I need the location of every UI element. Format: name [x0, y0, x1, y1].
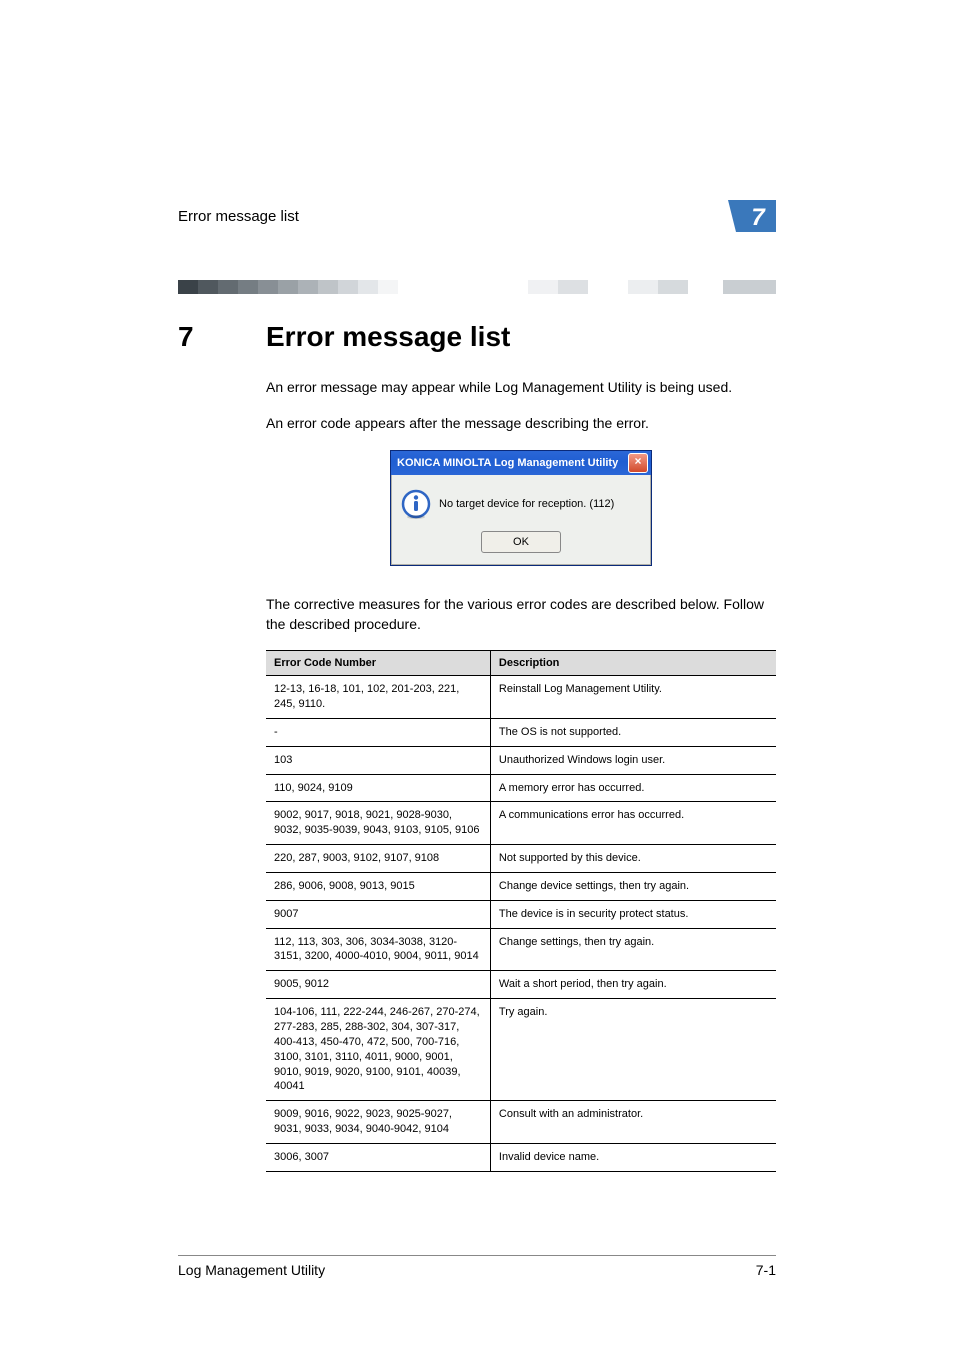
error-code-cell: 3006, 3007	[266, 1143, 490, 1171]
error-desc-cell: Not supported by this device.	[490, 845, 776, 873]
error-code-cell: 286, 9006, 9008, 9013, 9015	[266, 872, 490, 900]
table-row: 110, 9024, 9109A memory error has occurr…	[266, 774, 776, 802]
close-icon[interactable]: ×	[628, 453, 648, 473]
divider-bar	[178, 280, 776, 297]
table-body: 12-13, 16-18, 101, 102, 201-203, 221, 24…	[266, 676, 776, 1172]
table-row: 9009, 9016, 9022, 9023, 9025-9027, 9031,…	[266, 1101, 776, 1144]
dialog-message: No target device for reception. (112)	[439, 498, 614, 510]
error-code-cell: 110, 9024, 9109	[266, 774, 490, 802]
error-desc-cell: Consult with an administrator.	[490, 1101, 776, 1144]
error-code-cell: 104-106, 111, 222-244, 246-267, 270-274,…	[266, 999, 490, 1101]
chapter-number: 7	[178, 321, 266, 353]
error-code-cell: 9007	[266, 900, 490, 928]
running-title: Error message list	[178, 208, 299, 225]
table-row: 12-13, 16-18, 101, 102, 201-203, 221, 24…	[266, 676, 776, 719]
error-desc-cell: Change device settings, then try again.	[490, 872, 776, 900]
error-desc-cell: Try again.	[490, 999, 776, 1101]
error-code-cell: 9005, 9012	[266, 971, 490, 999]
error-code-cell: 220, 287, 9003, 9102, 9107, 9108	[266, 845, 490, 873]
table-row: 103Unauthorized Windows login user.	[266, 746, 776, 774]
table-row: 9002, 9017, 9018, 9021, 9028-9030, 9032,…	[266, 802, 776, 845]
error-code-cell: 9009, 9016, 9022, 9023, 9025-9027, 9031,…	[266, 1101, 490, 1144]
error-code-cell: 9002, 9017, 9018, 9021, 9028-9030, 9032,…	[266, 802, 490, 845]
error-desc-cell: Unauthorized Windows login user.	[490, 746, 776, 774]
error-code-table: Error Code Number Description 12-13, 16-…	[266, 650, 776, 1172]
error-desc-cell: Wait a short period, then try again.	[490, 971, 776, 999]
table-row: 9005, 9012Wait a short period, then try …	[266, 971, 776, 999]
error-desc-cell: A communications error has occurred.	[490, 802, 776, 845]
paragraph: An error code appears after the message …	[266, 413, 776, 433]
error-desc-cell: Invalid device name.	[490, 1143, 776, 1171]
error-desc-cell: Reinstall Log Management Utility.	[490, 676, 776, 719]
ok-button[interactable]: OK	[481, 531, 561, 553]
table-header-code: Error Code Number	[266, 651, 490, 676]
table-row: -The OS is not supported.	[266, 718, 776, 746]
chapter-badge: 7	[728, 200, 776, 232]
dialog-title: KONICA MINOLTA Log Management Utility	[397, 457, 618, 469]
paragraph: The corrective measures for the various …	[266, 594, 776, 635]
chapter-badge-number: 7	[751, 204, 766, 231]
table-row: 3006, 3007Invalid device name.	[266, 1143, 776, 1171]
error-code-cell: -	[266, 718, 490, 746]
footer-product: Log Management Utility	[178, 1262, 325, 1278]
error-desc-cell: A memory error has occurred.	[490, 774, 776, 802]
error-code-cell: 12-13, 16-18, 101, 102, 201-203, 221, 24…	[266, 676, 490, 719]
error-desc-cell: The device is in security protect status…	[490, 900, 776, 928]
table-row: 9007The device is in security protect st…	[266, 900, 776, 928]
error-desc-cell: The OS is not supported.	[490, 718, 776, 746]
table-row: 112, 113, 303, 306, 3034-3038, 3120-3151…	[266, 928, 776, 971]
error-dialog: KONICA MINOLTA Log Management Utility × …	[390, 450, 652, 566]
error-code-cell: 112, 113, 303, 306, 3034-3038, 3120-3151…	[266, 928, 490, 971]
paragraph: An error message may appear while Log Ma…	[266, 377, 776, 397]
footer-page: 7-1	[756, 1262, 776, 1278]
error-code-cell: 103	[266, 746, 490, 774]
table-row: 104-106, 111, 222-244, 246-267, 270-274,…	[266, 999, 776, 1101]
table-row: 286, 9006, 9008, 9013, 9015Change device…	[266, 872, 776, 900]
chapter-title: Error message list	[266, 321, 510, 352]
chapter-heading: 7Error message list	[178, 321, 776, 353]
error-desc-cell: Change settings, then try again.	[490, 928, 776, 971]
dialog-titlebar: KONICA MINOLTA Log Management Utility ×	[391, 451, 651, 475]
table-row: 220, 287, 9003, 9102, 9107, 9108Not supp…	[266, 845, 776, 873]
table-header-desc: Description	[490, 651, 776, 676]
running-header: Error message list 7	[178, 200, 776, 232]
info-icon	[401, 489, 431, 519]
